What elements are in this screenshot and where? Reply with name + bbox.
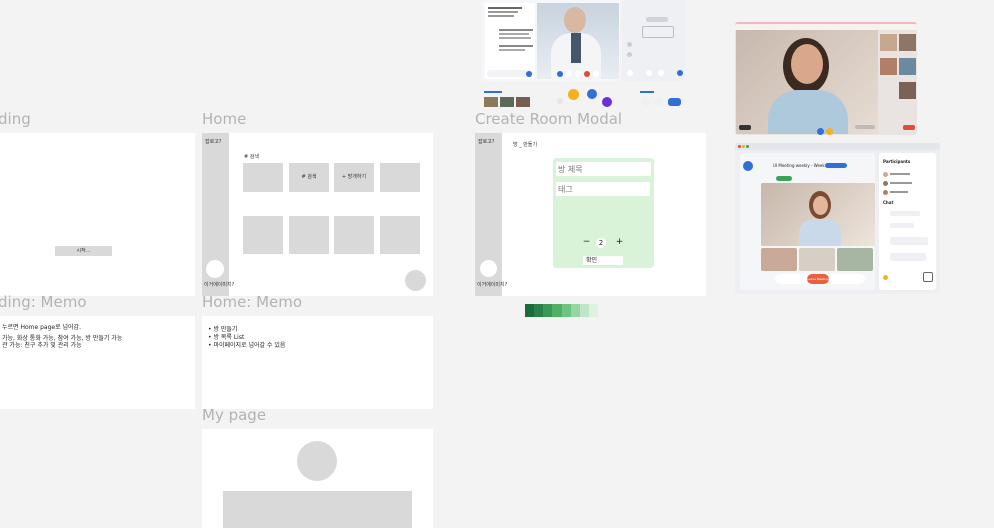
palette-swatch [561, 304, 571, 317]
minus-button[interactable]: − [582, 238, 591, 247]
create-room-frame-title: Create Room Modal [475, 110, 623, 128]
home-frame-title: Home [202, 110, 247, 128]
room-card[interactable] [243, 216, 283, 254]
palette-swatch [579, 304, 589, 317]
home-section-label: # 검색 [244, 154, 259, 160]
home-memo-title: Home: Memo [202, 293, 303, 311]
palette-swatch [543, 304, 553, 317]
reference-call-sidepanel [622, 0, 686, 81]
profile-avatar[interactable] [297, 441, 337, 481]
main-video [736, 30, 878, 135]
reference-woman-call [735, 22, 917, 135]
memo-item: • 방 목록 List [208, 334, 245, 341]
room-card[interactable] [380, 216, 420, 254]
participants-panel: Participants Chat [879, 153, 936, 290]
reference-floating-icons [555, 88, 615, 108]
meeting-title: UI Meeting weekly - Week 13 [773, 163, 832, 168]
color-palette [525, 304, 598, 317]
palette-swatch [525, 304, 535, 317]
create-room-card[interactable]: + 방개하기 [334, 163, 374, 192]
sidebar-profile-text: 이거에이미지? [204, 282, 235, 288]
participant-count: 2 [596, 238, 606, 248]
participants-heading: Participants [883, 159, 911, 164]
doctor-video [537, 3, 619, 79]
palette-swatch [570, 304, 580, 317]
thumb-row [761, 248, 875, 271]
memo-line: 누르면 Home page로 넘어감. [2, 324, 81, 331]
home-frame: 잡로고? 이거에이미지? # 검색 # 검색 + 방개하기 [202, 133, 433, 296]
reference-action-buttons [640, 91, 684, 109]
sidebar-logo-text: 잡로고? [478, 139, 495, 145]
landing-memo-title: ding: Memo [0, 293, 87, 311]
home-sidebar: 잡로고? 이거에이미지? [202, 133, 234, 296]
chat-panel [485, 3, 535, 79]
sidebar-logo-text: 잡로고? [205, 139, 222, 145]
landing-frame: 시작... [0, 133, 195, 296]
room-card[interactable] [380, 163, 420, 192]
room-card[interactable] [334, 216, 374, 254]
create-room-sidebar: 잡로고? 이거에이미지? [475, 133, 507, 296]
room-title-input[interactable] [556, 162, 651, 176]
reference-image-strip [484, 91, 532, 109]
chat-heading: Chat [883, 200, 894, 205]
room-card[interactable] [243, 163, 283, 192]
search-card[interactable]: # 검색 [289, 163, 329, 192]
plus-button[interactable]: + [615, 238, 624, 247]
start-button[interactable]: 시작... [55, 246, 112, 256]
memo-item: • 방 만들기 [208, 326, 238, 333]
reference-meeting-ui: UI Meeting weekly - Week 13 Leave Meetin… [735, 143, 940, 294]
landing-frame-title: ding [0, 110, 31, 128]
sidebar-profile-text: 이거에이미지? [477, 282, 508, 288]
participant-thumbs [880, 34, 916, 104]
profile-info-box [223, 491, 412, 528]
confirm-button[interactable]: 확인 [583, 256, 623, 265]
create-room-modal: − 2 + 확인 [553, 158, 654, 268]
palette-swatch [588, 304, 598, 317]
create-room-frame: 잡로고? 이거에이미지? 방 _ 만들기 − 2 + 확인 [475, 133, 706, 296]
reference-doctor-call [482, 0, 620, 81]
home-memo-frame: • 방 만들기 • 방 목록 List • 마이페이지로 넘어갈 수 있음 [202, 316, 433, 409]
room-card[interactable] [289, 216, 329, 254]
avatar[interactable] [206, 260, 224, 278]
floating-action-button[interactable] [405, 270, 426, 291]
create-room-header: 방 _ 만들기 [513, 142, 538, 148]
memo-line: 관 가능: 친구 추가 및 관리 가능 [2, 342, 82, 349]
landing-memo-frame: 누르면 Home page로 넘어감. 가능, 화상 통화 가능, 참여 가능,… [0, 316, 195, 409]
memo-line: 가능, 화상 통화 가능, 참여 가능, 방 만들기 가능 [2, 335, 123, 342]
memo-item: • 마이페이지로 넘어갈 수 있음 [208, 342, 286, 349]
avatar[interactable] [480, 260, 497, 277]
palette-swatch [552, 304, 562, 317]
mypage-frame [202, 429, 433, 528]
palette-swatch [534, 304, 544, 317]
speaker-video [761, 183, 875, 246]
leave-meeting-button[interactable]: Leave Meeting [807, 274, 829, 284]
mypage-frame-title: My page [202, 406, 267, 424]
tag-input[interactable] [556, 182, 650, 196]
